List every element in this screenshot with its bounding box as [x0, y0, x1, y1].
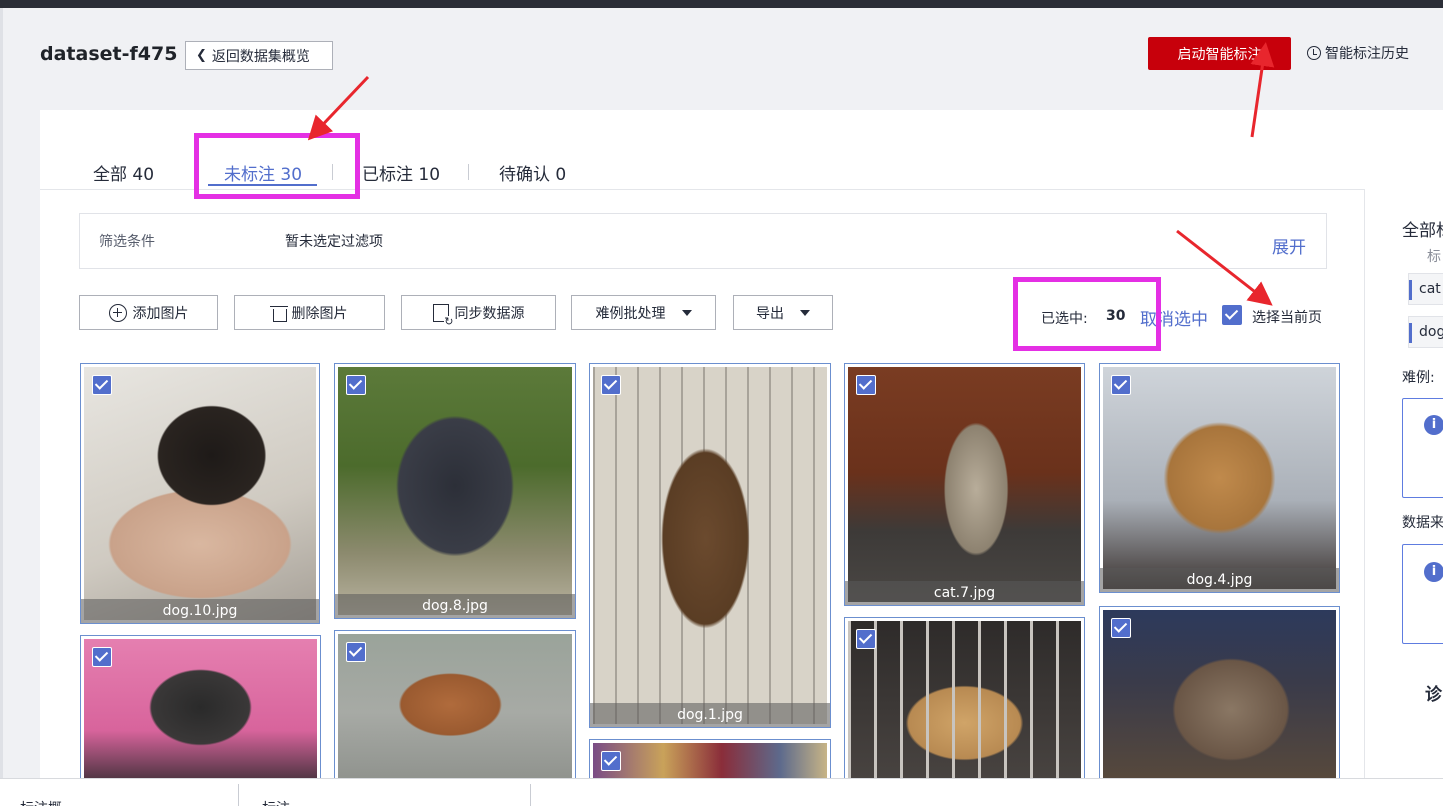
filter-expand-link[interactable]: 展开 [1272, 233, 1306, 258]
bottom-separator [238, 784, 239, 806]
image-checkbox[interactable] [601, 375, 621, 395]
image-checkbox[interactable] [92, 375, 112, 395]
trash-icon [269, 304, 288, 322]
image-card[interactable]: dog.4.jpg [1099, 363, 1340, 593]
back-to-overview-button[interactable]: ❮ 返回数据集概览 [185, 41, 333, 70]
cat-photo [848, 621, 1081, 791]
tab-pending[interactable]: 待确认 0 [499, 160, 566, 185]
history-clock-icon [1307, 46, 1321, 60]
image-checkbox[interactable] [1111, 375, 1131, 395]
image-card[interactable]: cat.7.jpg [844, 363, 1085, 606]
caret-down-icon [800, 309, 810, 316]
chevron-left-icon: ❮ [196, 48, 207, 63]
cat-photo [848, 367, 1081, 602]
image-checkbox[interactable] [856, 375, 876, 395]
image-filename: dog.4.jpg [1100, 568, 1339, 592]
caret-down-icon [681, 309, 692, 316]
select-current-page-checkbox[interactable] [1222, 305, 1242, 325]
cat-photo [1103, 610, 1336, 791]
dog-photo [338, 634, 572, 791]
export-label: 导出 [756, 305, 784, 322]
image-filename: dog.8.jpg [335, 594, 575, 618]
info-icon: i [1424, 415, 1443, 435]
filter-value: 暂未选定过滤项 [285, 234, 383, 250]
left-edge [0, 8, 3, 778]
data-source-field-label: 数据来 [1402, 515, 1443, 531]
image-checkbox[interactable] [856, 629, 876, 649]
image-card[interactable]: dog.8.jpg [334, 363, 576, 619]
filter-label: 筛选条件 [99, 234, 155, 250]
right-panel-divider [1364, 190, 1365, 778]
top-strip [0, 0, 1443, 8]
highlight-box-selection [1013, 277, 1161, 351]
image-card[interactable] [844, 617, 1085, 795]
sync-datasource-label: 同步数据源 [454, 305, 525, 322]
hard-example-dropdown[interactable]: 难例批处理 [571, 295, 716, 330]
history-link-label: 智能标注历史 [1325, 46, 1409, 62]
dataset-title: dataset-f475 [40, 43, 178, 65]
label-tag-dog[interactable]: dog [1408, 316, 1443, 348]
image-checkbox[interactable] [346, 642, 366, 662]
back-button-label: 返回数据集概览 [211, 48, 310, 65]
tab-labeled[interactable]: 已标注 10 [362, 160, 440, 185]
dog-photo [338, 367, 572, 615]
image-card[interactable]: dog.10.jpg [80, 363, 320, 624]
image-card[interactable] [80, 635, 321, 795]
plus-circle-icon [108, 303, 127, 322]
bottom-tab-overview[interactable]: 标注概 [20, 798, 62, 806]
add-image-label: 添加图片 [132, 305, 189, 322]
sync-datasource-button[interactable]: 同步数据源 [401, 295, 556, 330]
data-source-info-box [1402, 544, 1443, 644]
hard-example-info-box [1402, 398, 1443, 498]
image-checkbox[interactable] [601, 751, 621, 771]
filter-bar [79, 213, 1327, 269]
image-card[interactable] [1099, 606, 1340, 795]
diagnose-label: 诊 [1425, 685, 1442, 705]
sync-doc-icon [432, 303, 454, 327]
image-filename: dog.10.jpg [81, 599, 319, 623]
right-panel-subtitle: 标 [1427, 249, 1441, 265]
tab-all[interactable]: 全部 40 [93, 160, 154, 185]
image-filename: cat.7.jpg [845, 581, 1084, 605]
image-card[interactable] [334, 630, 576, 795]
add-image-button[interactable]: 添加图片 [79, 295, 218, 330]
dog-photo [593, 367, 827, 724]
right-panel-title: 全部标 [1402, 221, 1443, 241]
tab-separator [468, 164, 469, 180]
export-dropdown[interactable]: 导出 [733, 295, 833, 330]
hard-example-field-label: 难例: [1402, 370, 1435, 386]
dog-photo [84, 639, 317, 791]
highlight-box-tab [194, 133, 360, 199]
bottom-bar [0, 778, 1443, 806]
bottom-separator [530, 784, 531, 806]
image-checkbox[interactable] [92, 647, 112, 667]
dog-photo [84, 367, 316, 620]
image-card[interactable]: dog.1.jpg [589, 363, 831, 728]
delete-image-label: 删除图片 [291, 305, 348, 322]
image-checkbox[interactable] [1111, 618, 1131, 638]
dog-photo [1103, 367, 1336, 589]
image-checkbox[interactable] [346, 375, 366, 395]
hard-example-label: 难例批处理 [595, 305, 666, 322]
select-current-page-label: 选择当前页 [1252, 310, 1322, 326]
delete-image-button[interactable]: 删除图片 [234, 295, 385, 330]
start-auto-label-button[interactable]: 启动智能标注 [1148, 37, 1291, 70]
label-tag-cat[interactable]: cat [1408, 273, 1443, 305]
info-icon: i [1424, 562, 1443, 582]
bottom-tab-label[interactable]: 标注 [262, 798, 290, 806]
image-filename: dog.1.jpg [590, 703, 830, 727]
auto-label-history-link[interactable]: 智能标注历史 [1307, 43, 1409, 63]
